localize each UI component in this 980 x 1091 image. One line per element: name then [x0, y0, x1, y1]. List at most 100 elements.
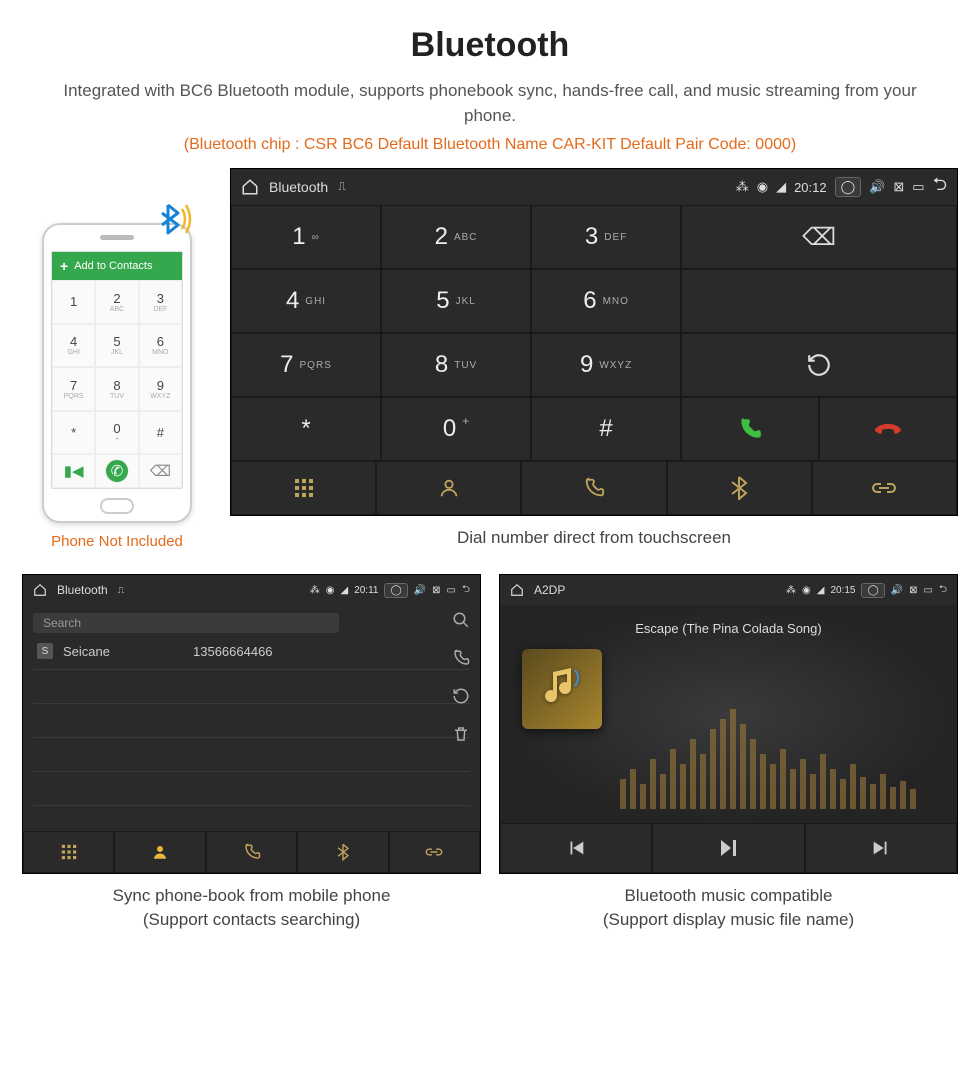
contact-number: 13566664466 [193, 644, 273, 659]
location-icon: ◉ [757, 179, 768, 195]
dialer-caption: Dial number direct from touchscreen [230, 526, 958, 550]
key-1[interactable]: 1∞ [231, 205, 381, 269]
statusbar-title: Bluetooth [269, 179, 328, 195]
key-5[interactable]: 5JKL [381, 269, 531, 333]
key-8[interactable]: 8TUV [381, 333, 531, 397]
home-icon[interactable] [510, 583, 524, 597]
bluetooth-icon: ⁂ [310, 585, 320, 596]
usb-icon: ⎍ [118, 585, 124, 596]
phone-mockup: + Add to Contacts 1 2ABC3DEF 4GHI5JKL6MN… [22, 223, 212, 550]
recents-icon[interactable]: ▭ [447, 585, 456, 596]
tab-contacts[interactable] [114, 831, 205, 873]
music-body: Escape (The Pina Colada Song) [500, 605, 957, 823]
volume-icon[interactable]: 🔊 [414, 585, 426, 596]
tab-contacts[interactable] [376, 461, 521, 515]
call-icon: ✆ [95, 454, 138, 488]
redial-button[interactable] [681, 333, 957, 397]
volume-icon[interactable]: 🔊 [869, 179, 885, 195]
dial-side-panel: ⌫ [681, 205, 957, 461]
play-pause-button[interactable] [652, 823, 804, 873]
equalizer-icon [620, 699, 920, 809]
search-icon[interactable] [452, 611, 470, 629]
clock-text: 20:15 [830, 585, 855, 596]
prev-button[interactable] [500, 823, 652, 873]
phone-caption: Phone Not Included [22, 533, 212, 550]
usb-icon: ⎍ [338, 181, 346, 194]
key-#[interactable]: # [531, 397, 681, 461]
contact-initial: S [37, 643, 53, 659]
album-art [522, 649, 602, 729]
tab-pair[interactable] [812, 461, 957, 515]
contacts-device: Bluetooth ⎍ ⁂ ◉ ◢ 20:11 ◯ 🔊 ⊠ ▭ ⮌ [22, 574, 481, 874]
bluetooth-icon: ⁂ [786, 585, 796, 596]
recents-icon[interactable]: ▭ [912, 179, 924, 195]
wifi-icon: ◢ [340, 585, 348, 596]
music-caption: Bluetooth music compatible(Support displ… [499, 884, 958, 932]
dial-keypad: 1∞2ABC3DEF 4GHI5JKL6MNO 7PQRS8TUV9WXYZ *0+# [231, 205, 681, 461]
call-button[interactable] [681, 397, 819, 461]
close-icon[interactable]: ⊠ [432, 585, 440, 596]
contact-row[interactable]: S Seicane 13566664466 [33, 633, 470, 670]
add-contacts-label: Add to Contacts [74, 260, 152, 272]
backspace-icon: ⌫ [139, 454, 182, 488]
key-0[interactable]: 0+ [381, 397, 531, 461]
close-icon[interactable]: ⊠ [909, 585, 917, 596]
tab-keypad[interactable] [23, 831, 114, 873]
phone-header: + Add to Contacts [52, 252, 182, 280]
key-6[interactable]: 6MNO [531, 269, 681, 333]
next-button[interactable] [805, 823, 957, 873]
dialer-device: Bluetooth ⎍ ⁂ ◉ ◢ 20:12 ◯ 🔊 ⊠ ▭ ⮌ [230, 168, 958, 516]
key-3[interactable]: 3DEF [531, 205, 681, 269]
phone-keypad-mock: 1 2ABC3DEF 4GHI5JKL6MNO 7PQRS8TUV9WXYZ *… [52, 280, 182, 454]
key-*[interactable]: * [231, 397, 381, 461]
call-icon[interactable] [452, 649, 470, 667]
close-icon[interactable]: ⊠ [893, 179, 904, 195]
contact-name: Seicane [63, 644, 183, 659]
location-icon: ◉ [326, 585, 335, 596]
phone-home-button [100, 498, 134, 514]
status-bar: Bluetooth ⎍ ⁂ ◉ ◢ 20:12 ◯ 🔊 ⊠ ▭ ⮌ [231, 169, 957, 205]
statusbar-title: Bluetooth [57, 583, 108, 597]
key-4[interactable]: 4GHI [231, 269, 381, 333]
bluetooth-signal-icon [154, 197, 198, 241]
wifi-icon: ◢ [776, 179, 786, 195]
home-icon[interactable] [241, 178, 259, 196]
contacts-caption: Sync phone-book from mobile phone(Suppor… [22, 884, 481, 932]
camera-icon[interactable]: ◯ [835, 177, 862, 197]
tab-pair[interactable] [389, 831, 480, 873]
contacts-body: Search S Seicane 13566664466 [23, 605, 480, 831]
play-bar [500, 823, 957, 873]
spec-text: (Bluetooth chip : CSR BC6 Default Blueto… [22, 136, 958, 154]
recents-icon[interactable]: ▭ [924, 585, 933, 596]
tab-bluetooth[interactable] [667, 461, 812, 515]
delete-icon[interactable] [452, 725, 470, 743]
key-2[interactable]: 2ABC [381, 205, 531, 269]
phone-frame: + Add to Contacts 1 2ABC3DEF 4GHI5JKL6MN… [42, 223, 192, 523]
volume-icon[interactable]: 🔊 [891, 585, 903, 596]
sync-icon[interactable] [452, 687, 470, 705]
home-icon[interactable] [33, 583, 47, 597]
key-9[interactable]: 9WXYZ [531, 333, 681, 397]
wifi-icon: ◢ [817, 585, 825, 596]
search-input[interactable]: Search [33, 613, 339, 633]
back-icon[interactable]: ⮌ [462, 582, 470, 599]
video-call-icon: ▮◀ [52, 454, 95, 488]
hangup-button[interactable] [819, 397, 957, 461]
music-device: A2DP ⁂ ◉ ◢ 20:15 ◯ 🔊 ⊠ ▭ ⮌ Esc [499, 574, 958, 874]
tab-keypad[interactable] [231, 461, 376, 515]
page-title: Bluetooth [22, 26, 958, 65]
tab-bar [23, 831, 480, 873]
statusbar-title: A2DP [534, 583, 565, 597]
back-icon[interactable]: ⮌ [933, 172, 947, 202]
tab-bluetooth[interactable] [297, 831, 388, 873]
backspace-button[interactable]: ⌫ [681, 205, 957, 269]
tab-history[interactable] [521, 461, 666, 515]
clock-text: 20:11 [354, 585, 378, 596]
location-icon: ◉ [802, 585, 811, 596]
song-title: Escape (The Pina Colada Song) [500, 621, 957, 636]
key-7[interactable]: 7PQRS [231, 333, 381, 397]
camera-icon[interactable]: ◯ [861, 583, 884, 598]
tab-history[interactable] [206, 831, 297, 873]
back-icon[interactable]: ⮌ [939, 582, 947, 599]
camera-icon[interactable]: ◯ [384, 583, 407, 598]
